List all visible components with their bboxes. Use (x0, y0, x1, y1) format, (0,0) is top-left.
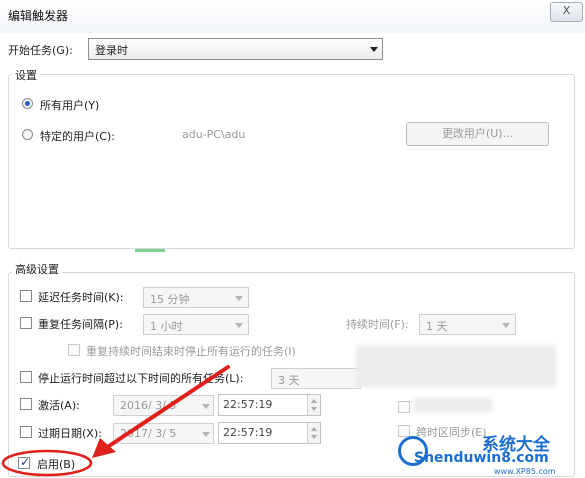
arrow-head-icon (92, 438, 116, 458)
watermark: 系统大全 Shenduwin8.com www.XP85.com (398, 430, 585, 478)
annotation-overlay (1, 365, 230, 477)
arrow-shaft (104, 365, 230, 450)
highlight-ellipse (1, 449, 93, 477)
watermark-text: Shenduwin8.com (414, 450, 549, 466)
watermark-url: www.XP85.com (494, 467, 556, 476)
